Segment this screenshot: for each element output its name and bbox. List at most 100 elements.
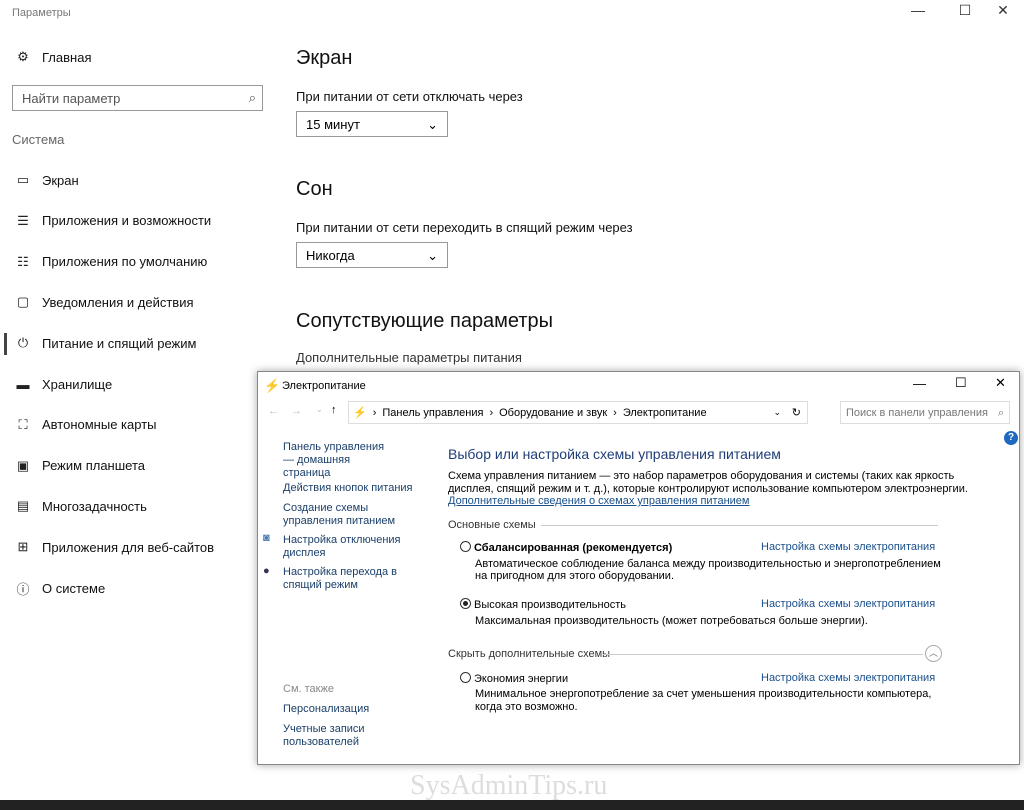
power-desc-line1: Схема управления питанием — это набор па… bbox=[448, 470, 955, 482]
panel-search-placeholder: Поиск в панели управления bbox=[846, 407, 988, 419]
refresh-icon[interactable]: ↻ bbox=[792, 406, 801, 419]
sleep-timeout-dropdown[interactable]: Никогда ⌄ bbox=[296, 242, 448, 268]
nav-item-label: Автономные карты bbox=[42, 417, 157, 433]
help-icon[interactable]: ? bbox=[1004, 431, 1018, 445]
breadcrumb-sep: › bbox=[489, 406, 494, 419]
radio-balanced[interactable] bbox=[460, 541, 471, 552]
plan-power-saver[interactable]: Экономия энергии bbox=[460, 672, 568, 685]
nav-item-label: О системе bbox=[42, 580, 106, 596]
accounts-link[interactable]: Учетные записи пользователей bbox=[283, 723, 373, 749]
power-close-button[interactable]: ✕ bbox=[995, 375, 1006, 391]
breadcrumb-sep: › bbox=[372, 406, 377, 419]
maximize-button[interactable]: ☐ bbox=[950, 2, 980, 19]
breadcrumb-sep: › bbox=[613, 406, 617, 419]
chevron-down-icon[interactable]: ⌄ bbox=[773, 407, 781, 418]
power-desc-line2: дисплея, спящий режим и т. д.), которые … bbox=[448, 483, 968, 495]
collapse-plans-button[interactable]: ︿ bbox=[925, 645, 942, 662]
personalization-link[interactable]: Персонализация bbox=[283, 703, 369, 716]
screen-label: При питании от сети отключать через bbox=[296, 89, 523, 104]
forward-button[interactable]: → bbox=[291, 405, 302, 417]
radio-power-saver[interactable] bbox=[460, 672, 471, 683]
recent-dropdown[interactable]: ⌄ bbox=[316, 405, 323, 414]
taskbar-edge bbox=[0, 800, 1024, 810]
additional-power-link[interactable]: Дополнительные параметры питания bbox=[296, 350, 522, 365]
nav-item[interactable]: ▣ Режим планшета bbox=[14, 455, 145, 477]
nav-item[interactable]: ⓘ О системе bbox=[14, 577, 105, 599]
map-icon: ⛶ bbox=[18, 416, 28, 432]
side-create-plan-link[interactable]: Создание схемы управления питанием bbox=[283, 502, 403, 528]
chevron-down-icon: ⌄ bbox=[427, 117, 438, 132]
nav-item-label: Питание и спящий режим bbox=[42, 335, 197, 351]
breadcrumb-control-panel[interactable]: Панель управления bbox=[382, 407, 483, 419]
plan-settings-link[interactable]: Настройка схемы электропитания bbox=[761, 598, 935, 610]
nav-item-label: Уведомления и действия bbox=[42, 294, 194, 310]
breadcrumb-hardware[interactable]: Оборудование и звук bbox=[499, 407, 607, 419]
nav-item[interactable]: ⏻ Питание и спящий режим bbox=[14, 332, 197, 354]
plan-name: Сбалансированная (рекомендуется) bbox=[474, 542, 673, 554]
window-title: Параметры bbox=[12, 7, 71, 19]
plan-desc: Минимальное энергопотребление за счет ум… bbox=[475, 688, 932, 700]
screen-timeout-dropdown[interactable]: 15 минут ⌄ bbox=[296, 111, 448, 137]
default-apps-icon: ☷ bbox=[17, 253, 29, 269]
power-options-window: ⚡ Электропитание — ☐ ✕ ← → ⌄ ↑ ⚡ › Панель… bbox=[257, 371, 1020, 765]
power-heading: Выбор или настройка схемы управления пит… bbox=[448, 446, 781, 462]
section-label: Система bbox=[12, 132, 65, 147]
plan-desc: когда это возможно. bbox=[475, 701, 578, 713]
multitask-icon: ▤ bbox=[16, 498, 30, 514]
plan-settings-link[interactable]: Настройка схемы электропитания bbox=[761, 541, 935, 553]
power-maximize-button[interactable]: ☐ bbox=[955, 375, 967, 391]
nav-item[interactable]: ⛶ Автономные карты bbox=[14, 414, 157, 436]
nav-item-label: Хранилище bbox=[42, 376, 113, 392]
storage-icon: ▬ bbox=[16, 376, 30, 392]
info-icon: ⓘ bbox=[16, 581, 30, 597]
nav-item[interactable]: ☰ Приложения и возможности bbox=[14, 210, 211, 232]
plan-high-performance[interactable]: Высокая производительность bbox=[460, 598, 626, 611]
plan-desc: на пригодном для этого оборудовании. bbox=[475, 570, 674, 582]
search-icon: ⌕ bbox=[997, 407, 1004, 419]
minimize-button[interactable]: — bbox=[903, 2, 933, 18]
nav-item-label: Экран bbox=[42, 172, 79, 188]
up-button[interactable]: ↑ bbox=[331, 404, 337, 416]
plan-desc: Максимальная производительность (может п… bbox=[475, 615, 868, 627]
see-also-label: См. также bbox=[283, 683, 334, 695]
main-plans-label: Основные схемы bbox=[448, 519, 536, 531]
nav-item[interactable]: ▤ Многозадачность bbox=[14, 495, 147, 517]
search-input[interactable]: Найти параметр ⌕ bbox=[12, 85, 263, 111]
power-window-title: Электропитание bbox=[282, 380, 366, 392]
power-minimize-button[interactable]: — bbox=[913, 376, 926, 391]
plan-balanced[interactable]: Сбалансированная (рекомендуется) bbox=[460, 541, 672, 554]
screen-timeout-value: 15 минут bbox=[306, 117, 360, 132]
back-button[interactable]: ← bbox=[268, 405, 279, 417]
radio-high-performance[interactable] bbox=[460, 598, 471, 609]
control-panel-icon: ⚡ bbox=[353, 407, 367, 419]
hide-plans-label: Скрыть дополнительные схемы bbox=[448, 648, 611, 660]
nav-item-label: Приложения и возможности bbox=[42, 213, 212, 229]
search-icon: ⌕ bbox=[248, 90, 256, 105]
active-indicator bbox=[4, 333, 7, 355]
nav-item[interactable]: ▭ Экран bbox=[14, 169, 79, 191]
more-info-link[interactable]: Дополнительные сведения о схемах управле… bbox=[448, 495, 750, 507]
side-home-link[interactable]: Панель управления — домашняя страница bbox=[283, 441, 398, 480]
side-sleep-link[interactable]: Настройка перехода в спящий режим bbox=[283, 566, 403, 592]
nav-item[interactable]: ▢ Уведомления и действия bbox=[14, 291, 194, 313]
web-apps-icon: ⊞ bbox=[17, 539, 29, 555]
close-button[interactable]: ✕ bbox=[988, 2, 1018, 19]
nav-home[interactable]: ⚙ Главная bbox=[14, 46, 91, 68]
display-icon: ◙ bbox=[263, 532, 270, 544]
nav-item[interactable]: ⊞ Приложения для веб-сайтов bbox=[14, 536, 215, 558]
moon-icon: ● bbox=[263, 565, 270, 577]
watermark: SysAdminTips.ru bbox=[410, 770, 608, 801]
side-display-off-link[interactable]: Настройка отключения дисплея bbox=[283, 534, 403, 560]
sleep-heading: Сон bbox=[296, 178, 333, 200]
nav-item[interactable]: ▬ Хранилище bbox=[14, 373, 113, 395]
apps-list-icon: ☰ bbox=[17, 212, 29, 228]
plan-settings-link[interactable]: Настройка схемы электропитания bbox=[761, 672, 935, 684]
address-bar[interactable]: ⚡ › Панель управления › Оборудование и зву… bbox=[348, 401, 808, 424]
nav-home-label: Главная bbox=[42, 49, 92, 65]
side-power-buttons-link[interactable]: Действия кнопок питания bbox=[283, 482, 413, 495]
gear-icon: ⚙ bbox=[17, 49, 29, 64]
search-placeholder: Найти параметр bbox=[22, 91, 121, 106]
panel-search-input[interactable]: Поиск в панели управления ⌕ bbox=[840, 401, 1010, 424]
breadcrumb-power[interactable]: Электропитание bbox=[623, 407, 707, 419]
nav-item[interactable]: ☷ Приложения по умолчанию bbox=[14, 251, 207, 273]
